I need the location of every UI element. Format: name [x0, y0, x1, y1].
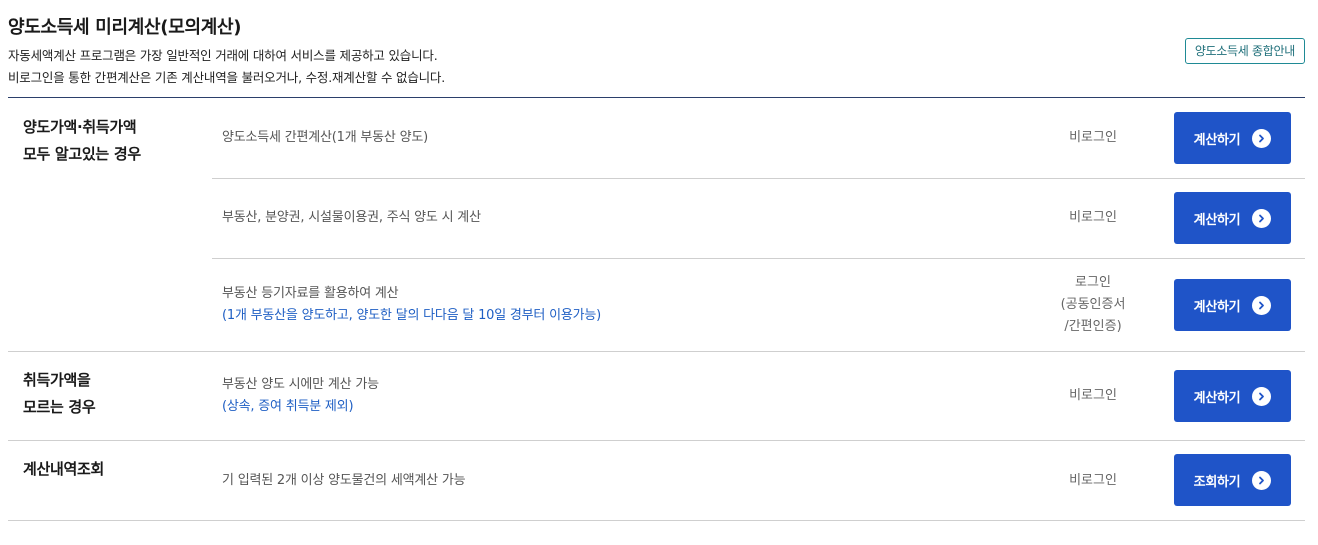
- row-description-text: 부동산 양도 시에만 계산 가능: [222, 377, 379, 392]
- row-description-text: 기 입력된 2개 이상 양도물건의 세액계산 가능: [222, 473, 466, 488]
- row-divider: [212, 258, 1305, 259]
- login-status-text: 비로그인: [1069, 210, 1117, 225]
- group-divider: [8, 440, 1305, 441]
- capital-gains-tax-guide-button[interactable]: 양도소득세 종합안내: [1184, 38, 1305, 64]
- group-label-history-lookup: 계산내역조회: [23, 456, 104, 483]
- row-description-note: (상속, 증여 취득분 제외): [222, 399, 354, 414]
- group-label-acquisition-unknown: 취득가액을 모르는 경우: [23, 367, 96, 421]
- row-description-text: 양도소득세 간편계산(1개 부동산 양도): [222, 130, 429, 145]
- button-label: 계산하기: [1193, 390, 1241, 406]
- group-divider: [8, 351, 1305, 352]
- chevron-right-circle-icon: [1252, 128, 1272, 148]
- row-description-unknown-acquisition: 부동산 양도 시에만 계산 가능 (상속, 증여 취득분 제외): [222, 374, 379, 418]
- group-label-line: 모두 알고있는 경우: [23, 145, 141, 163]
- chevron-right-circle-icon: [1252, 208, 1272, 228]
- group-label-both-known: 양도가액·취득가액 모두 알고있는 경우: [23, 114, 141, 168]
- button-label: 계산하기: [1193, 132, 1241, 148]
- row-description-text: 부동산 등기자료를 활용하여 계산: [222, 286, 399, 301]
- login-status-text: 비로그인: [1069, 388, 1117, 403]
- calculate-button-registry[interactable]: 계산하기: [1174, 279, 1291, 331]
- login-status-no-login: 비로그인: [1043, 470, 1143, 492]
- lookup-button-history[interactable]: 조회하기: [1174, 454, 1291, 506]
- group-label-line: 취득가액을: [23, 371, 91, 389]
- calculate-button-general[interactable]: 계산하기: [1174, 192, 1291, 244]
- login-status-login-required: 로그인 (공동인증서 /간편인증): [1043, 272, 1143, 338]
- row-description-note: (1개 부동산을 양도하고, 양도한 달의 다다음 달 10일 경부터 이용가능…: [222, 308, 602, 323]
- login-status-text: 로그인: [1075, 275, 1111, 290]
- chevron-right-circle-icon: [1252, 470, 1272, 490]
- login-status-no-login: 비로그인: [1043, 207, 1143, 229]
- row-description-simple-calc: 양도소득세 간편계산(1개 부동산 양도): [222, 127, 428, 149]
- group-label-line: 계산내역조회: [23, 460, 105, 478]
- chevron-right-circle-icon: [1252, 386, 1272, 406]
- calculate-button-unknown-acquisition[interactable]: 계산하기: [1174, 370, 1291, 422]
- login-status-text: 비로그인: [1069, 473, 1117, 488]
- button-label: 조회하기: [1193, 474, 1241, 490]
- button-label: 계산하기: [1193, 212, 1241, 228]
- group-label-line: 모르는 경우: [23, 398, 96, 416]
- login-status-text: (공동인증서: [1060, 297, 1126, 312]
- login-status-no-login: 비로그인: [1043, 127, 1143, 149]
- row-divider: [212, 178, 1305, 179]
- row-description-history: 기 입력된 2개 이상 양도물건의 세액계산 가능: [222, 470, 466, 492]
- row-description-registry-calc: 부동산 등기자료를 활용하여 계산 (1개 부동산을 양도하고, 양도한 달의 …: [222, 283, 601, 327]
- group-divider: [8, 520, 1305, 521]
- group-label-line: 양도가액·취득가액: [23, 118, 137, 136]
- button-label: 계산하기: [1193, 299, 1241, 315]
- description-line-2: 비로그인을 통한 간편계산은 기존 계산내역을 불러오거나, 수정.재계산할 수…: [8, 70, 446, 85]
- page-description: 자동세액계산 프로그램은 가장 일반적인 거래에 대하여 서비스를 제공하고 있…: [8, 45, 1305, 89]
- chevron-right-circle-icon: [1252, 295, 1272, 315]
- header-divider: [8, 97, 1305, 98]
- login-status-no-login: 비로그인: [1043, 385, 1143, 407]
- row-description-text: 부동산, 분양권, 시설물이용권, 주식 양도 시 계산: [222, 210, 481, 225]
- page-title: 양도소득세 미리계산(모의계산): [8, 17, 242, 38]
- row-description-general-calc: 부동산, 분양권, 시설물이용권, 주식 양도 시 계산: [222, 207, 481, 229]
- page-header: 양도소득세 미리계산(모의계산) 자동세액계산 프로그램은 가장 일반적인 거래…: [8, 14, 1305, 89]
- calculate-button-simple[interactable]: 계산하기: [1174, 112, 1291, 164]
- login-status-text: 비로그인: [1069, 130, 1117, 145]
- description-line-1: 자동세액계산 프로그램은 가장 일반적인 거래에 대하여 서비스를 제공하고 있…: [8, 48, 438, 63]
- login-status-text: /간편인증): [1064, 319, 1122, 334]
